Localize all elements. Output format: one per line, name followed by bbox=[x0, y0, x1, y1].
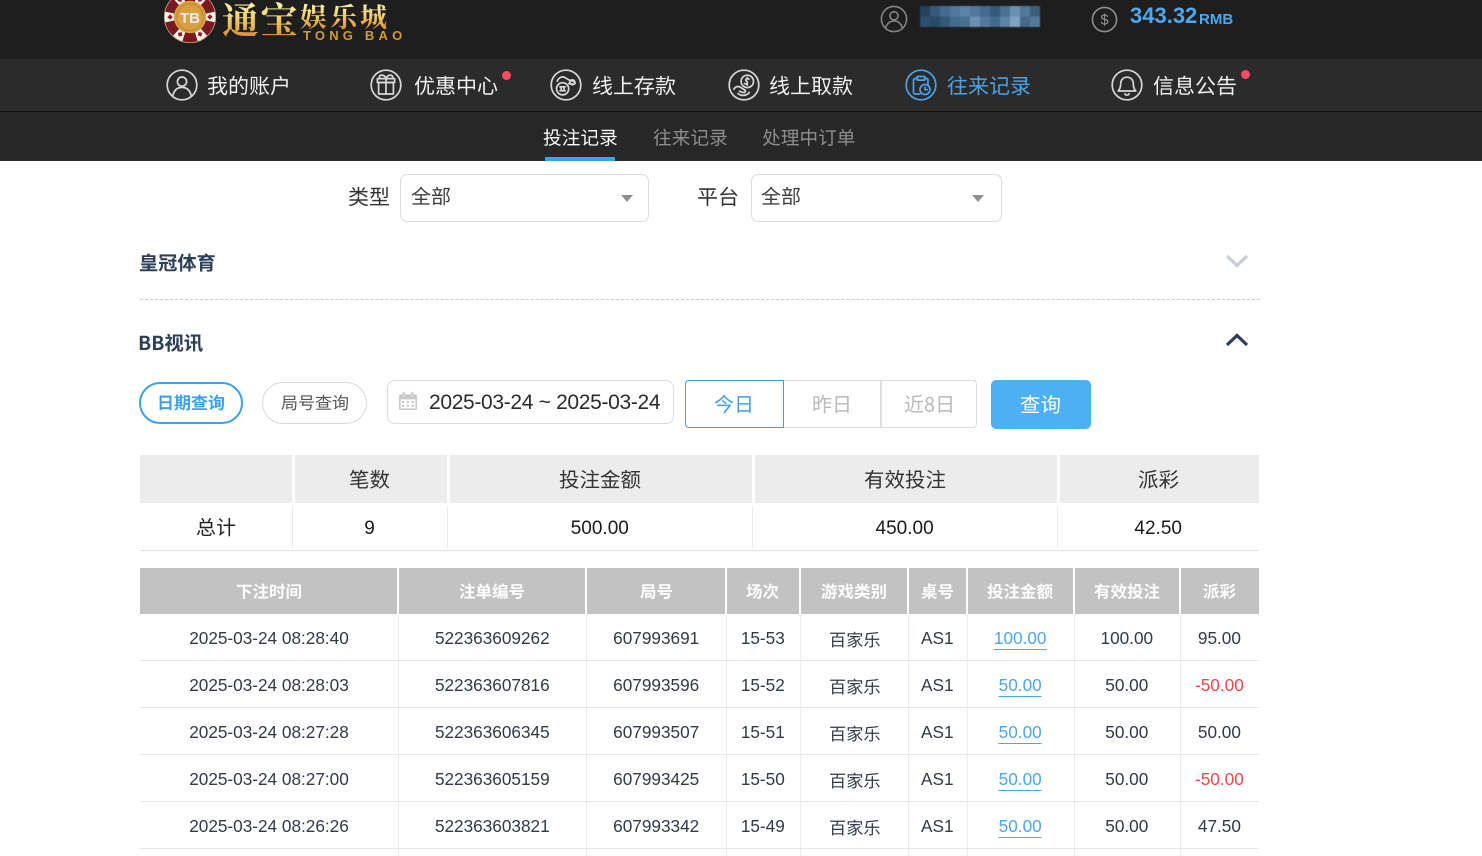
svg-text:$: $ bbox=[1100, 13, 1108, 29]
svg-text:TB: TB bbox=[180, 10, 200, 27]
